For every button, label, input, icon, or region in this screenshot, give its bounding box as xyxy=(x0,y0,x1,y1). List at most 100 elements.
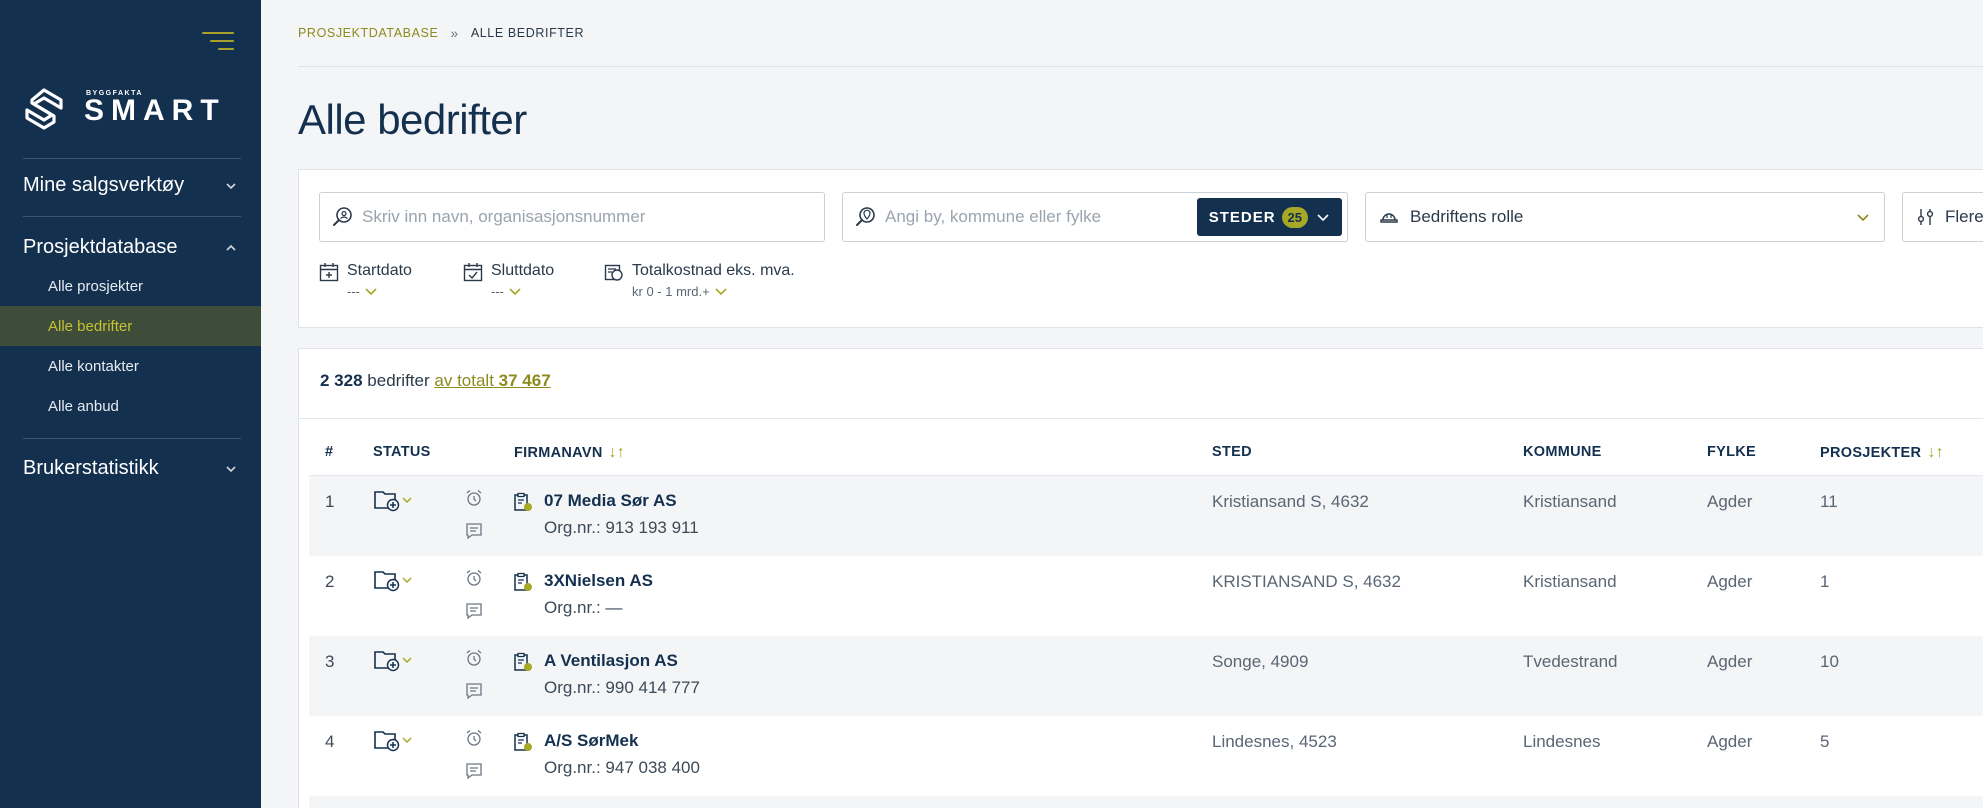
note-icon[interactable] xyxy=(465,522,483,540)
name-search-field[interactable] xyxy=(319,192,825,242)
company-name-link[interactable]: 07 Media Sør AS xyxy=(544,491,677,511)
sort-icon[interactable]: ↓↑ xyxy=(609,444,626,462)
sidebar-section-salgsverktoy[interactable]: Mine salgsverktøy xyxy=(23,174,241,197)
calendar-start-icon xyxy=(319,263,339,282)
sliders-icon xyxy=(1917,209,1934,225)
alarm-icon[interactable] xyxy=(465,649,483,667)
sluttdato-filter[interactable]: Sluttdato --- xyxy=(463,262,554,299)
fylke-cell: Agder xyxy=(1707,652,1753,671)
sidebar-section-brukerstatistikk[interactable]: Brukerstatistikk xyxy=(23,457,241,480)
chevron-down-icon xyxy=(402,657,412,664)
main-content: PROSJEKTDATABASE » ALLE BEDRIFTER Alle b… xyxy=(261,0,1983,808)
logo-text: SMART xyxy=(84,94,226,127)
org-number: Org.nr.: — xyxy=(544,598,623,617)
company-name-link[interactable]: 3XNielsen AS xyxy=(544,571,653,591)
name-search-input[interactable] xyxy=(362,207,824,227)
total-prefix: av totalt xyxy=(434,371,494,390)
totalkostnad-value: kr 0 - 1 mrd.+ xyxy=(632,284,710,299)
chevron-down-icon xyxy=(226,465,236,472)
startdato-label: Startdato xyxy=(347,262,412,279)
breadcrumb-link-prosjektdatabase[interactable]: PROSJEKTDATABASE xyxy=(298,26,438,40)
header-divider xyxy=(298,66,1983,67)
sidebar-item-label: Alle anbud xyxy=(48,397,119,415)
column-header-firmanavn[interactable]: FIRMANAVN ↓↑ xyxy=(514,444,625,462)
prosjekter-cell: 1 xyxy=(1820,572,1830,591)
note-icon[interactable] xyxy=(465,762,483,780)
org-number: Org.nr.: 990 414 777 xyxy=(544,678,700,697)
column-header-sted: STED xyxy=(1212,444,1252,460)
status-dropdown[interactable] xyxy=(373,648,413,672)
results-panel: 2 328 bedrifter av totalt 37 467 # STATU… xyxy=(298,348,1983,808)
sidebar-item-alle-anbud[interactable]: Alle anbud xyxy=(0,386,261,426)
breadcrumb-separator: » xyxy=(450,25,459,41)
table-row xyxy=(309,796,1983,808)
startdato-filter[interactable]: Startdato --- xyxy=(319,262,412,299)
result-count: 2 328 bedrifter av totalt 37 467 xyxy=(320,371,551,391)
sidebar-section-prosjektdatabase[interactable]: Prosjektdatabase xyxy=(23,236,241,259)
company-icon xyxy=(514,572,532,591)
role-select[interactable]: Bedriftens rolle xyxy=(1365,192,1885,242)
sidebar-item-label: Alle bedrifter xyxy=(48,317,133,335)
chevron-down-icon xyxy=(1317,213,1329,221)
table-row[interactable]: 2 3XNielsen AS Org.nr.: — KRISTIANSAND S… xyxy=(309,556,1983,636)
helmet-icon xyxy=(1380,213,1398,223)
alarm-icon[interactable] xyxy=(465,489,483,507)
kommune-cell: Tvedestrand xyxy=(1523,652,1618,671)
sidebar-item-alle-kontakter[interactable]: Alle kontakter xyxy=(0,346,261,386)
breadcrumb-current: ALLE BEDRIFTER xyxy=(470,26,585,40)
total-count-link[interactable]: av totalt 37 467 xyxy=(434,371,550,390)
chevron-up-icon xyxy=(226,244,236,251)
table-row[interactable]: 1 07 Media Sør AS Org.nr.: 913 193 911 K… xyxy=(309,476,1983,556)
row-index: 4 xyxy=(325,732,335,751)
company-icon xyxy=(514,652,532,671)
company-name-link[interactable]: A Ventilasjon AS xyxy=(544,651,678,671)
logo[interactable]: BYGGFAKTA SMART xyxy=(24,88,226,134)
note-icon[interactable] xyxy=(465,602,483,620)
location-search-icon xyxy=(856,207,875,226)
sidebar-section-label: Brukerstatistikk xyxy=(23,457,159,479)
column-header-index: # xyxy=(325,444,334,460)
totalkostnad-filter[interactable]: Totalkostnad eks. mva. kr 0 - 1 mrd.+ xyxy=(604,262,795,299)
place-search-field[interactable]: STEDER 25 xyxy=(842,192,1348,242)
column-header-kommune: KOMMUNE xyxy=(1523,444,1602,460)
status-dropdown[interactable] xyxy=(373,488,413,512)
breadcrumb: PROSJEKTDATABASE » ALLE BEDRIFTER xyxy=(298,25,584,41)
org-number: Org.nr.: 913 193 911 xyxy=(544,518,699,537)
kommune-cell: Kristiansand xyxy=(1523,572,1617,591)
result-count-value: 2 328 xyxy=(320,371,363,390)
chevron-down-icon xyxy=(402,737,412,744)
steder-button[interactable]: STEDER 25 xyxy=(1196,198,1342,236)
more-filters-button[interactable]: Flere xyxy=(1902,192,1983,242)
chevron-down-icon xyxy=(509,288,521,296)
table-row[interactable]: 3 A Ventilasjon AS Org.nr.: 990 414 777 … xyxy=(309,636,1983,716)
sidebar-item-label: Alle kontakter xyxy=(48,357,139,375)
sort-icon[interactable]: ↓↑ xyxy=(1927,444,1944,462)
fylke-cell: Agder xyxy=(1707,732,1753,751)
sluttdato-label: Sluttdato xyxy=(491,262,555,279)
sidebar-divider xyxy=(23,438,241,439)
row-index: 1 xyxy=(325,492,335,511)
prosjekter-cell: 10 xyxy=(1820,652,1839,671)
sted-cell: Kristiansand S, 4632 xyxy=(1212,492,1369,511)
table-row[interactable]: 4 A/S SørMek Org.nr.: 947 038 400 Lindes… xyxy=(309,716,1983,796)
sidebar-section-label: Prosjektdatabase xyxy=(23,236,178,258)
sidebar-item-alle-prosjekter[interactable]: Alle prosjekter xyxy=(0,266,261,306)
place-search-input[interactable] xyxy=(885,207,1197,227)
column-header-prosjekter[interactable]: PROSJEKTER ↓↑ xyxy=(1820,444,1944,462)
org-number: Org.nr.: 947 038 400 xyxy=(544,758,700,777)
note-icon[interactable] xyxy=(465,682,483,700)
alarm-icon[interactable] xyxy=(465,569,483,587)
prosjekter-cell: 11 xyxy=(1820,492,1838,511)
folder-add-icon xyxy=(374,731,400,752)
status-dropdown[interactable] xyxy=(373,728,413,752)
company-icon xyxy=(514,492,532,511)
role-select-value: Bedriftens rolle xyxy=(1410,207,1524,226)
menu-icon[interactable] xyxy=(202,32,234,54)
alarm-icon[interactable] xyxy=(465,729,483,747)
company-name-link[interactable]: A/S SørMek xyxy=(544,731,638,751)
status-dropdown[interactable] xyxy=(373,568,413,592)
sted-cell: KRISTIANSAND S, 4632 xyxy=(1212,572,1401,591)
sidebar-item-alle-bedrifter[interactable]: Alle bedrifter xyxy=(0,306,261,346)
logo-small-text: BYGGFAKTA xyxy=(86,90,143,97)
more-filters-label: Flere xyxy=(1945,207,1983,226)
